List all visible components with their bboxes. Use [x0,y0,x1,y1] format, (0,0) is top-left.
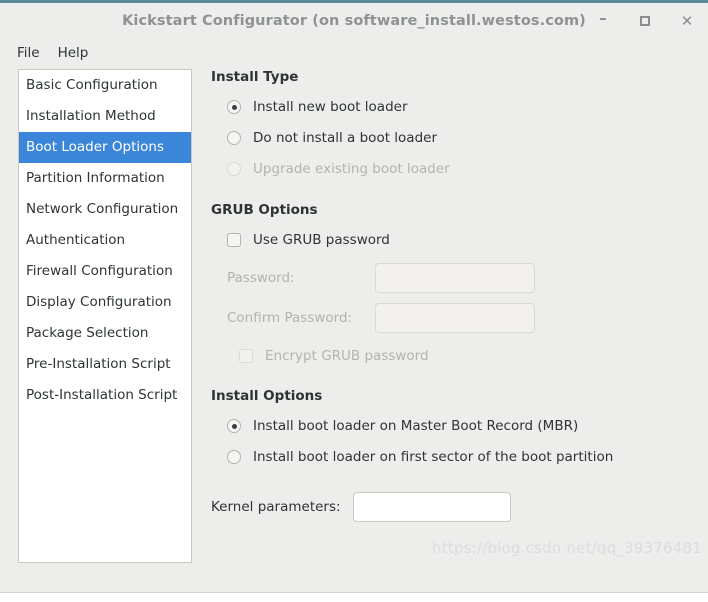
sidebar-item-partition-information[interactable]: Partition Information [19,163,191,194]
window-title: Kickstart Configurator (on software_inst… [122,13,586,29]
radio-label: Install new boot loader [253,99,408,115]
checkbox-label: Use GRUB password [253,232,390,248]
radio-label: Install boot loader on Master Boot Recor… [253,418,579,434]
menu-item-help[interactable]: Help [49,42,98,64]
sidebar-item-display-configuration[interactable]: Display Configuration [19,287,191,318]
sidebar-item-firewall-configuration[interactable]: Firewall Configuration [19,256,191,287]
radio-icon [227,162,241,176]
radio-icon [227,419,241,433]
grub-options-heading: GRUB Options [211,202,318,218]
title-bar[interactable]: Kickstart Configurator (on software_inst… [0,3,708,39]
maximize-icon [640,16,650,26]
radio-upgrade-existing-boot-loader: Upgrade existing boot loader [227,158,700,180]
install-options-heading: Install Options [211,388,323,404]
checkbox-icon [239,349,253,363]
minimize-icon: – [599,8,607,27]
minimize-button[interactable]: – [590,5,616,38]
kernel-parameters-input[interactable] [352,492,511,522]
radio-do-not-install-boot-loader[interactable]: Do not install a boot loader [227,127,700,149]
radio-install-on-first-sector[interactable]: Install boot loader on first sector of t… [227,446,700,468]
radio-label: Install boot loader on first sector of t… [253,449,614,465]
radio-label: Upgrade existing boot loader [253,161,450,177]
radio-install-on-mbr[interactable]: Install boot loader on Master Boot Recor… [227,415,700,437]
radio-icon [227,100,241,114]
sidebar-item-post-installation-script[interactable]: Post-Installation Script [19,380,191,411]
menu-item-file[interactable]: File [8,42,49,64]
confirm-password-input [375,303,535,333]
sidebar-item-installation-method[interactable]: Installation Method [19,101,191,132]
confirm-password-label: Confirm Password: [227,310,353,326]
checkbox-icon [227,233,241,247]
checkbox-use-grub-password[interactable]: Use GRUB password [227,229,700,251]
radio-icon [227,131,241,145]
password-input [375,263,535,293]
menu-bar: File Help [0,39,708,67]
sidebar-item-package-selection[interactable]: Package Selection [19,318,191,349]
checkbox-label: Encrypt GRUB password [265,348,429,364]
install-type-heading: Install Type [211,69,299,85]
content-area: Basic Configuration Installation Method … [0,67,708,579]
kernel-parameters-label: Kernel parameters: [211,499,341,515]
sidebar-item-basic-configuration[interactable]: Basic Configuration [19,70,191,101]
window-bottom-edge [0,592,708,602]
sidebar-item-boot-loader-options[interactable]: Boot Loader Options [19,132,191,163]
sidebar-item-pre-installation-script[interactable]: Pre-Installation Script [19,349,191,380]
radio-label: Do not install a boot loader [253,130,437,146]
application-window: Kickstart Configurator (on software_inst… [0,0,708,602]
sidebar-item-authentication[interactable]: Authentication [19,225,191,256]
radio-install-new-boot-loader[interactable]: Install new boot loader [227,96,700,118]
maximize-button[interactable] [632,8,658,34]
window-controls: – ✕ [590,3,700,39]
radio-icon [227,450,241,464]
close-button[interactable]: ✕ [674,8,700,34]
watermark-text: https://blog.csdn.net/qq_39376481 [432,539,702,557]
checkbox-encrypt-grub-password: Encrypt GRUB password [239,345,700,367]
boot-loader-options-panel: Install Type Install new boot loader Do … [211,67,700,579]
close-icon: ✕ [680,11,694,30]
sidebar-item-network-configuration[interactable]: Network Configuration [19,194,191,225]
password-label: Password: [227,270,295,286]
navigation-list[interactable]: Basic Configuration Installation Method … [18,69,192,563]
